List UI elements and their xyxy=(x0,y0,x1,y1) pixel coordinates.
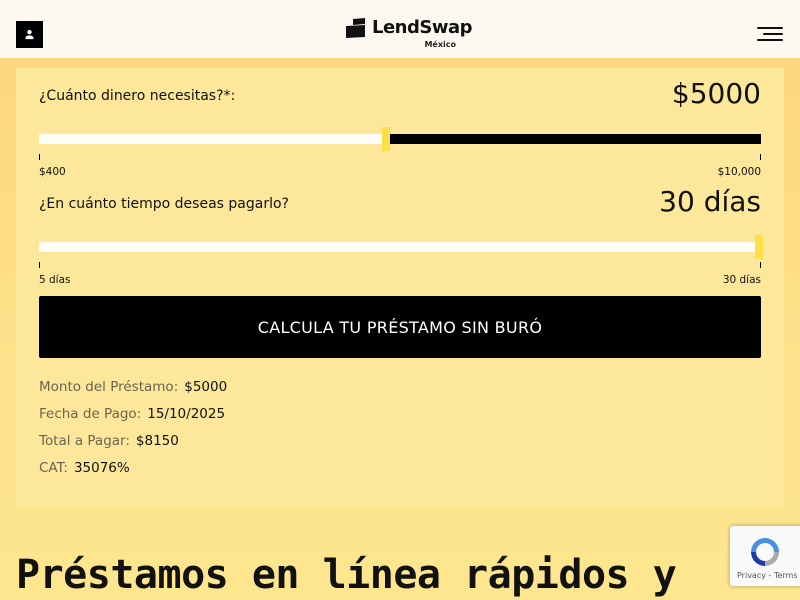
term-value: 30 días xyxy=(659,185,761,218)
logo-text: LendSwap xyxy=(372,17,473,38)
summary-label: Total a Pagar: xyxy=(39,433,130,449)
account-button[interactable] xyxy=(16,21,43,48)
menu-line-icon xyxy=(757,27,783,29)
amount-slider-thumb[interactable] xyxy=(382,127,390,151)
summary-label: CAT: xyxy=(39,460,68,476)
summary-label: Monto del Préstamo: xyxy=(39,379,179,395)
term-max-tick xyxy=(760,262,761,268)
term-slider[interactable] xyxy=(39,235,763,259)
term-question: ¿En cuánto tiempo deseas pagarlo? xyxy=(39,196,289,212)
logo-mark-icon xyxy=(346,18,365,38)
summary-row-payment-date: Fecha de Pago: 15/10/2025 xyxy=(39,406,225,422)
summary-value: 15/10/2025 xyxy=(147,406,226,422)
recaptcha-privacy-terms[interactable]: Privacy - Terms xyxy=(737,571,798,580)
term-min-tick xyxy=(39,262,40,268)
top-header: LendSwap México xyxy=(0,0,800,58)
amount-slider-fill xyxy=(390,134,761,144)
summary-row-cat: CAT: 35076% xyxy=(39,460,130,476)
user-icon xyxy=(25,29,34,40)
logo-country: México xyxy=(424,40,456,49)
page-headline: Préstamos en línea rápidos y xyxy=(16,552,677,598)
loan-calculator-card: ¿Cuánto dinero necesitas?*: $5000 $400 $… xyxy=(16,68,784,506)
amount-max-tick xyxy=(760,154,761,160)
hamburger-menu-button[interactable] xyxy=(757,25,783,43)
term-slider-thumb[interactable] xyxy=(755,235,763,259)
amount-min-tick xyxy=(39,154,40,160)
summary-value: 35076% xyxy=(73,460,130,476)
summary-value: $5000 xyxy=(184,379,228,395)
term-max-label: 30 días xyxy=(722,274,761,286)
amount-question: ¿Cuánto dinero necesitas?*: xyxy=(39,88,236,104)
recaptcha-badge[interactable]: Privacy - Terms xyxy=(730,526,800,586)
recaptcha-logo-icon xyxy=(751,538,779,566)
amount-value: $5000 xyxy=(671,77,761,110)
menu-line-icon xyxy=(763,33,783,35)
brand-logo[interactable]: LendSwap México xyxy=(344,16,473,52)
calculate-loan-button[interactable]: CALCULA TU PRÉSTAMO SIN BURÓ xyxy=(39,296,761,358)
amount-max-label: $10,000 xyxy=(717,166,761,178)
amount-min-label: $400 xyxy=(39,166,66,178)
menu-line-icon xyxy=(757,39,783,41)
summary-value: $8150 xyxy=(135,433,179,449)
term-min-label: 5 días xyxy=(39,274,71,286)
amount-slider[interactable] xyxy=(39,127,761,151)
summary-label: Fecha de Pago: xyxy=(39,406,142,422)
summary-row-amount: Monto del Préstamo: $5000 xyxy=(39,379,227,395)
summary-row-total: Total a Pagar: $8150 xyxy=(39,433,179,449)
